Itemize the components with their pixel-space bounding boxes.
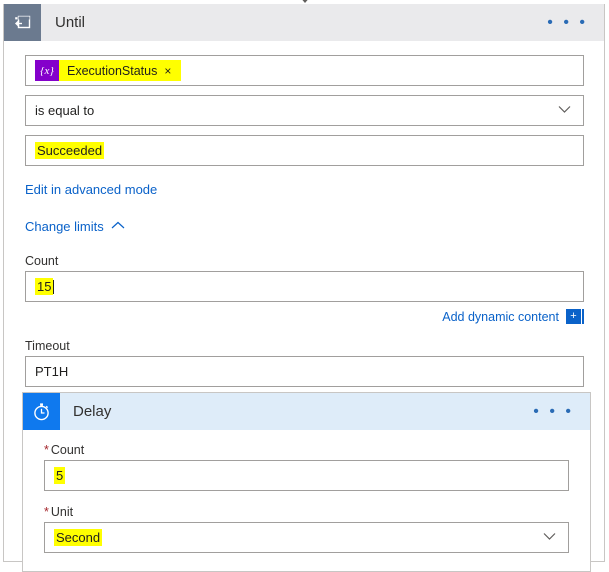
incoming-connector-arrow	[299, 0, 311, 3]
delay-unit-dropdown[interactable]: Second	[44, 522, 569, 553]
condition-value-input[interactable]: Succeeded	[25, 135, 584, 166]
add-dynamic-content-link[interactable]: Add dynamic content	[442, 310, 559, 324]
condition-subject-input[interactable]: {x} ExecutionStatus ×	[25, 55, 584, 86]
delay-count-label-text: Count	[51, 443, 84, 457]
chevron-down-icon	[543, 532, 556, 544]
until-timeout-label: Timeout	[25, 339, 583, 353]
delay-unit-label: *Unit	[44, 505, 569, 519]
until-count-value: 15	[35, 278, 53, 295]
text-cursor	[53, 280, 54, 294]
plus-icon[interactable]: +	[566, 309, 581, 324]
dynamic-content-token[interactable]: {x} ExecutionStatus ×	[35, 60, 181, 81]
delay-count-label: *Count	[44, 443, 569, 457]
until-action-card: Until • • • {x} ExecutionStatus × is equ…	[3, 4, 605, 562]
delay-card-title: Delay	[73, 403, 533, 420]
delay-unit-field: *Unit Second	[44, 505, 569, 553]
until-count-label: Count	[25, 254, 583, 268]
change-limits-row: Change limits	[25, 219, 583, 234]
change-limits-label: Change limits	[25, 219, 104, 234]
delay-card-menu-button[interactable]: • • •	[533, 408, 574, 416]
expression-icon: {x}	[35, 60, 59, 81]
delay-card-body: *Count 5 *Unit Second	[23, 430, 590, 571]
delay-count-value: 5	[54, 467, 65, 484]
delay-action-card: Delay • • • *Count 5 *Unit Second	[22, 392, 591, 572]
until-count-input[interactable]: 15	[25, 271, 584, 302]
cursor-bar	[582, 309, 584, 324]
change-limits-link[interactable]: Change limits	[25, 219, 125, 234]
delay-unit-label-text: Unit	[51, 505, 73, 519]
required-asterisk: *	[44, 505, 49, 519]
advanced-mode-row: Edit in advanced mode	[25, 182, 583, 197]
until-timeout-input[interactable]: PT1H	[25, 356, 584, 387]
until-loop-icon	[4, 4, 41, 41]
condition-value-row: Succeeded	[25, 135, 583, 166]
condition-subject-row: {x} ExecutionStatus ×	[25, 55, 583, 86]
stopwatch-icon	[23, 393, 60, 430]
until-card-header: Until • • •	[4, 4, 604, 41]
add-dynamic-content-row: Add dynamic content +	[25, 309, 584, 324]
delay-card-header: Delay • • •	[23, 393, 590, 430]
token-label: ExecutionStatus	[59, 64, 164, 78]
chevron-down-icon	[558, 105, 571, 117]
delay-unit-value: Second	[54, 529, 102, 546]
condition-operator-dropdown[interactable]: is equal to	[25, 95, 584, 126]
until-count-field: Count 15	[25, 254, 583, 302]
chevron-up-icon	[111, 221, 125, 233]
edit-in-advanced-mode-link[interactable]: Edit in advanced mode	[25, 182, 157, 197]
delay-count-field: *Count 5	[44, 443, 569, 491]
until-card-title: Until	[55, 14, 547, 31]
until-card-body: {x} ExecutionStatus × is equal to Succee…	[4, 55, 604, 408]
until-card-menu-button[interactable]: • • •	[547, 19, 588, 27]
token-remove-icon[interactable]: ×	[164, 64, 181, 78]
delay-count-input[interactable]: 5	[44, 460, 569, 491]
condition-value-text: Succeeded	[35, 142, 104, 159]
required-asterisk: *	[44, 443, 49, 457]
until-timeout-value: PT1H	[35, 364, 68, 379]
condition-operator-value: is equal to	[35, 103, 94, 118]
until-timeout-field: Timeout PT1H	[25, 339, 583, 387]
condition-operator-row: is equal to	[25, 95, 583, 126]
